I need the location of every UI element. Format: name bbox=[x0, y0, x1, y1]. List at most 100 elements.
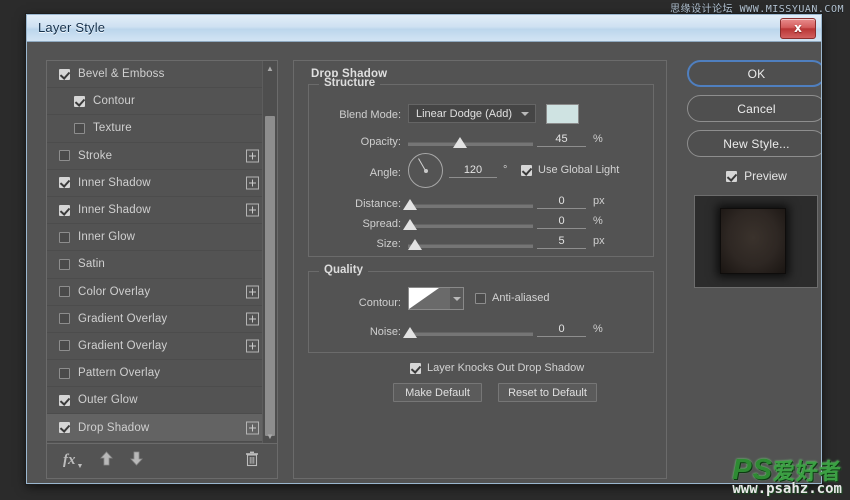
style-list-item[interactable]: Contour bbox=[47, 88, 277, 116]
style-enable-checkbox[interactable] bbox=[59, 177, 70, 189]
ok-button[interactable]: OK bbox=[687, 60, 821, 87]
add-effect-instance-button[interactable] bbox=[246, 339, 259, 353]
make-default-button[interactable]: Make Default bbox=[393, 383, 482, 402]
style-enable-checkbox[interactable] bbox=[59, 422, 70, 434]
anti-aliased-checkbox[interactable] bbox=[475, 293, 486, 304]
add-effect-instance-button[interactable] bbox=[246, 285, 259, 299]
style-list-item[interactable]: Color Overlay bbox=[47, 279, 277, 306]
noise-slider[interactable] bbox=[403, 327, 533, 338]
layer-knocks-out-checkbox[interactable] bbox=[410, 363, 421, 374]
cancel-button[interactable]: Cancel bbox=[687, 95, 821, 122]
style-list-item[interactable]: Inner Shadow bbox=[47, 170, 277, 197]
style-list-item-label: Stroke bbox=[78, 149, 113, 162]
angle-dial[interactable] bbox=[408, 153, 443, 188]
style-list-item[interactable]: Pattern Overlay bbox=[47, 360, 277, 388]
close-button[interactable]: x bbox=[780, 18, 816, 39]
style-list-item[interactable]: Satin bbox=[47, 251, 277, 279]
size-label: Size: bbox=[376, 238, 401, 250]
style-list-item[interactable]: Stroke bbox=[47, 143, 277, 170]
blend-mode-label: Blend Mode: bbox=[339, 109, 401, 121]
opacity-slider-knob[interactable] bbox=[453, 137, 467, 148]
style-list-item-label: Contour bbox=[93, 95, 135, 108]
styles-scrollbar[interactable]: ▲ ▼ bbox=[262, 61, 277, 444]
style-list-item[interactable]: Outer Glow bbox=[47, 387, 277, 415]
add-effect-instance-button[interactable] bbox=[246, 312, 259, 326]
watermark-top: 思缘设计论坛 WWW.MISSYUAN.COM bbox=[670, 4, 844, 15]
scroll-down-icon[interactable]: ▼ bbox=[263, 429, 277, 444]
preview-checkbox[interactable] bbox=[726, 170, 738, 182]
add-effect-instance-button[interactable] bbox=[246, 149, 259, 163]
style-list-item[interactable]: Gradient Overlay bbox=[47, 306, 277, 333]
styles-toolbar: fx▼ bbox=[47, 443, 277, 478]
layer-knocks-out-label: Layer Knocks Out Drop Shadow bbox=[427, 362, 585, 374]
size-unit: px bbox=[593, 235, 605, 247]
style-list-item[interactable]: Gradient Overlay bbox=[47, 333, 277, 361]
noise-label: Noise: bbox=[369, 326, 401, 338]
opacity-label: Opacity: bbox=[360, 136, 401, 148]
add-effect-instance-button[interactable] bbox=[246, 203, 259, 217]
style-list-item[interactable]: Drop Shadow bbox=[47, 414, 277, 442]
use-global-light-checkbox[interactable] bbox=[521, 165, 532, 176]
new-style-button[interactable]: New Style... bbox=[687, 130, 821, 157]
move-down-button[interactable] bbox=[129, 451, 144, 472]
add-effect-instance-button[interactable] bbox=[246, 176, 259, 190]
distance-unit: px bbox=[593, 195, 605, 207]
spread-label: Spread: bbox=[362, 218, 401, 230]
style-enable-checkbox[interactable] bbox=[59, 367, 70, 379]
dialog-body: Bevel & Emboss Contour Texture Stroke Inner … bbox=[27, 42, 821, 483]
layer-style-dialog: Layer Style x Bevel & Emboss Contour Textu… bbox=[26, 14, 822, 484]
reset-to-default-button[interactable]: Reset to Default bbox=[498, 383, 597, 402]
styles-list[interactable]: Bevel & Emboss Contour Texture Stroke Inner … bbox=[47, 61, 277, 444]
style-list-item-label: Color Overlay bbox=[78, 285, 151, 298]
size-input[interactable]: 5 bbox=[537, 235, 586, 249]
shadow-color-swatch[interactable] bbox=[546, 104, 579, 124]
move-up-button[interactable] bbox=[99, 451, 114, 472]
style-enable-checkbox[interactable] bbox=[59, 231, 70, 243]
angle-unit: ° bbox=[503, 164, 508, 176]
blend-mode-select[interactable]: Linear Dodge (Add) bbox=[408, 104, 536, 123]
fx-menu-button[interactable]: fx▼ bbox=[63, 451, 83, 471]
size-slider-knob[interactable] bbox=[408, 239, 422, 250]
delete-effect-button[interactable] bbox=[245, 451, 259, 472]
style-enable-checkbox[interactable] bbox=[59, 258, 70, 270]
trash-icon bbox=[246, 451, 258, 467]
contour-preview[interactable] bbox=[408, 287, 451, 310]
structure-group: Structure Blend Mode: Linear Dodge (Add)… bbox=[308, 77, 654, 257]
scrollbar-thumb[interactable] bbox=[265, 116, 275, 436]
style-enable-checkbox[interactable] bbox=[59, 204, 70, 216]
style-list-item[interactable]: Texture bbox=[47, 115, 277, 143]
style-list-item-label: Outer Glow bbox=[78, 394, 138, 407]
style-enable-checkbox[interactable] bbox=[74, 122, 85, 134]
noise-unit: % bbox=[593, 323, 603, 335]
noise-slider-knob[interactable] bbox=[403, 327, 417, 338]
effect-settings-panel: Drop Shadow Structure Blend Mode: Linear… bbox=[293, 60, 667, 479]
style-enable-checkbox[interactable] bbox=[59, 286, 70, 298]
size-slider[interactable] bbox=[408, 239, 533, 250]
distance-input[interactable]: 0 bbox=[537, 195, 586, 209]
distance-slider[interactable] bbox=[403, 199, 533, 210]
preview-thumbnail bbox=[694, 195, 818, 288]
style-enable-checkbox[interactable] bbox=[59, 68, 70, 80]
opacity-input[interactable]: 45 bbox=[537, 133, 586, 147]
noise-input[interactable]: 0 bbox=[537, 323, 586, 337]
preview-toggle-row[interactable]: Preview bbox=[687, 165, 821, 187]
chevron-down-icon bbox=[521, 111, 529, 116]
opacity-slider[interactable] bbox=[408, 137, 533, 148]
style-enable-checkbox[interactable] bbox=[59, 340, 70, 352]
style-list-item[interactable]: Inner Shadow bbox=[47, 197, 277, 225]
spread-slider[interactable] bbox=[403, 219, 533, 230]
add-effect-instance-button[interactable] bbox=[246, 421, 259, 435]
style-list-item[interactable]: Inner Glow bbox=[47, 224, 277, 252]
spread-slider-knob[interactable] bbox=[403, 219, 417, 230]
contour-dropdown-button[interactable] bbox=[450, 287, 464, 310]
style-enable-checkbox[interactable] bbox=[59, 313, 70, 325]
spread-input[interactable]: 0 bbox=[537, 215, 586, 229]
style-list-item[interactable]: Bevel & Emboss bbox=[47, 61, 277, 89]
style-enable-checkbox[interactable] bbox=[59, 394, 70, 406]
scroll-up-icon[interactable]: ▲ bbox=[263, 61, 277, 76]
anti-aliased-label: Anti-aliased bbox=[492, 292, 550, 304]
style-enable-checkbox[interactable] bbox=[59, 150, 70, 162]
style-enable-checkbox[interactable] bbox=[74, 95, 85, 107]
distance-slider-knob[interactable] bbox=[403, 199, 417, 210]
angle-input[interactable]: 120 bbox=[449, 164, 497, 178]
